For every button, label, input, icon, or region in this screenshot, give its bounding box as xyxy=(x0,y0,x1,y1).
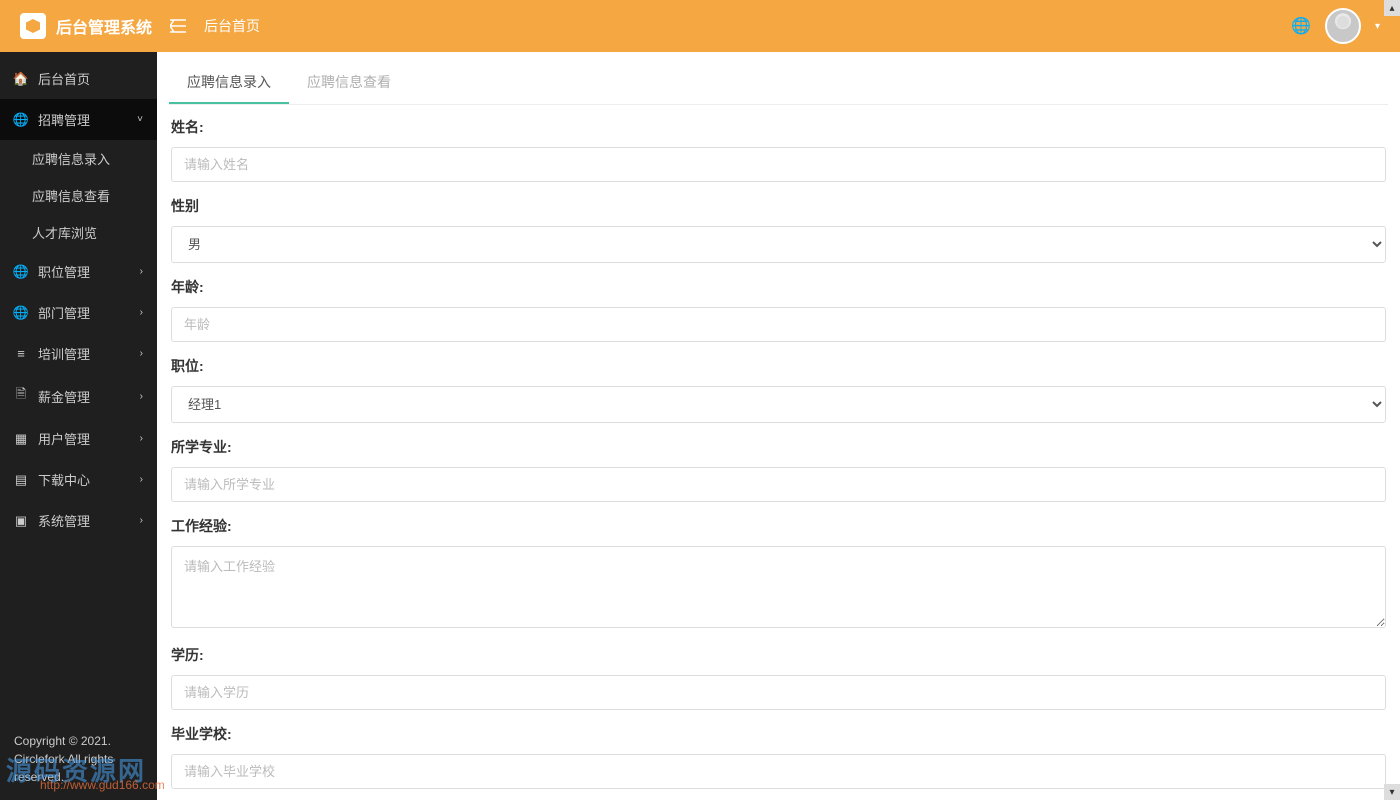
sidebar-item-system[interactable]: ▣ 系统管理 › xyxy=(0,500,157,541)
sidebar-label: 系统管理 xyxy=(38,511,90,530)
education-input[interactable] xyxy=(171,675,1386,710)
gender-select[interactable]: 男 xyxy=(171,226,1386,263)
download-icon: ▤ xyxy=(14,472,28,488)
school-input[interactable] xyxy=(171,754,1386,789)
sidebar-label: 用户管理 xyxy=(38,429,90,448)
chevron-right-icon: › xyxy=(140,307,143,318)
sidebar-label: 下载中心 xyxy=(38,470,90,489)
sidebar-label: 职位管理 xyxy=(38,262,90,281)
sidebar-sub-talent[interactable]: 人才库浏览 xyxy=(0,214,157,251)
sidebar-label: 招聘管理 xyxy=(38,110,90,129)
user-dropdown-caret-icon[interactable]: ▾ xyxy=(1375,21,1380,32)
logo-icon xyxy=(20,13,46,39)
logo-text: 后台管理系统 xyxy=(56,14,152,38)
tab-entry[interactable]: 应聘信息录入 xyxy=(169,62,289,104)
sidebar-menu: 🏠 后台首页 🌐 招聘管理 ˅ 应聘信息录入 应聘信息查看 人才库浏览 🌐 xyxy=(0,52,157,541)
chevron-right-icon: › xyxy=(140,348,143,359)
sidebar-submenu: 应聘信息录入 应聘信息查看 人才库浏览 xyxy=(0,140,157,251)
tabs: 应聘信息录入 应聘信息查看 xyxy=(169,62,1388,105)
chevron-right-icon: › xyxy=(140,391,143,402)
experience-label: 工作经验: xyxy=(171,516,1386,536)
form: 姓名: 性别 男 年龄: 职位: 经理1 所学专业: xyxy=(169,105,1388,800)
chevron-down-icon: ˅ xyxy=(137,114,143,125)
tab-view[interactable]: 应聘信息查看 xyxy=(289,62,409,104)
sidebar-item-salary[interactable]: 🗎 薪金管理 › xyxy=(0,374,157,418)
education-label: 学历: xyxy=(171,645,1386,665)
globe-icon: 🌐 xyxy=(14,112,28,128)
position-select[interactable]: 经理1 xyxy=(171,386,1386,423)
sidebar-item-position[interactable]: 🌐 职位管理 › xyxy=(0,251,157,292)
sidebar-item-recruitment[interactable]: 🌐 招聘管理 ˅ xyxy=(0,99,157,140)
content: 应聘信息录入 应聘信息查看 姓名: 性别 男 年龄: 职位: 经理1 xyxy=(157,52,1400,800)
language-icon[interactable]: 🌐 xyxy=(1291,16,1311,36)
position-label: 职位: xyxy=(171,356,1386,376)
header-right: 🌐 ▾ xyxy=(1291,8,1380,44)
experience-textarea[interactable] xyxy=(171,546,1386,628)
sidebar-sub-entry[interactable]: 应聘信息录入 xyxy=(0,140,157,177)
header-left: 后台管理系统 后台首页 xyxy=(20,13,260,39)
breadcrumb[interactable]: 后台首页 xyxy=(204,16,260,36)
sidebar-item-training[interactable]: ≡ 培训管理 › xyxy=(0,333,157,374)
name-label: 姓名: xyxy=(171,117,1386,137)
outer-scroll-up[interactable]: ▴ xyxy=(1384,0,1400,16)
major-input[interactable] xyxy=(171,467,1386,502)
sidebar-item-department[interactable]: 🌐 部门管理 › xyxy=(0,292,157,333)
globe-icon: 🌐 xyxy=(14,305,28,321)
sidebar-item-user[interactable]: ▦ 用户管理 › xyxy=(0,418,157,459)
sidebar-item-download[interactable]: ▤ 下载中心 › xyxy=(0,459,157,500)
list-icon: ≡ xyxy=(14,346,28,361)
school-label: 毕业学校: xyxy=(171,724,1386,744)
sidebar-sub-view[interactable]: 应聘信息查看 xyxy=(0,177,157,214)
chevron-right-icon: › xyxy=(140,266,143,277)
sidebar-item-home[interactable]: 🏠 后台首页 xyxy=(0,58,157,99)
menu-toggle-icon[interactable] xyxy=(170,19,186,33)
name-input[interactable] xyxy=(171,147,1386,182)
age-input[interactable] xyxy=(171,307,1386,342)
settings-icon: ▣ xyxy=(14,513,28,529)
sidebar-label: 部门管理 xyxy=(38,303,90,322)
logo[interactable]: 后台管理系统 xyxy=(20,13,152,39)
sidebar-label: 后台首页 xyxy=(38,69,90,88)
file-icon: 🗎 xyxy=(14,385,28,407)
gender-label: 性别 xyxy=(171,196,1386,216)
globe-icon: 🌐 xyxy=(14,264,28,280)
header: 后台管理系统 后台首页 🌐 ▾ xyxy=(0,0,1400,52)
age-label: 年龄: xyxy=(171,277,1386,297)
chevron-right-icon: › xyxy=(140,433,143,444)
avatar[interactable] xyxy=(1325,8,1361,44)
sidebar-label: 薪金管理 xyxy=(38,387,90,406)
sidebar-label: 培训管理 xyxy=(38,344,90,363)
home-icon: 🏠 xyxy=(14,71,28,87)
grid-icon: ▦ xyxy=(14,431,28,447)
outer-scroll-down[interactable]: ▾ xyxy=(1384,784,1400,800)
major-label: 所学专业: xyxy=(171,437,1386,457)
chevron-right-icon: › xyxy=(140,515,143,526)
chevron-right-icon: › xyxy=(140,474,143,485)
sidebar-footer: Copyright © 2021. Circlefork All rights … xyxy=(0,718,157,800)
sidebar: 🏠 后台首页 🌐 招聘管理 ˅ 应聘信息录入 应聘信息查看 人才库浏览 🌐 xyxy=(0,52,157,800)
